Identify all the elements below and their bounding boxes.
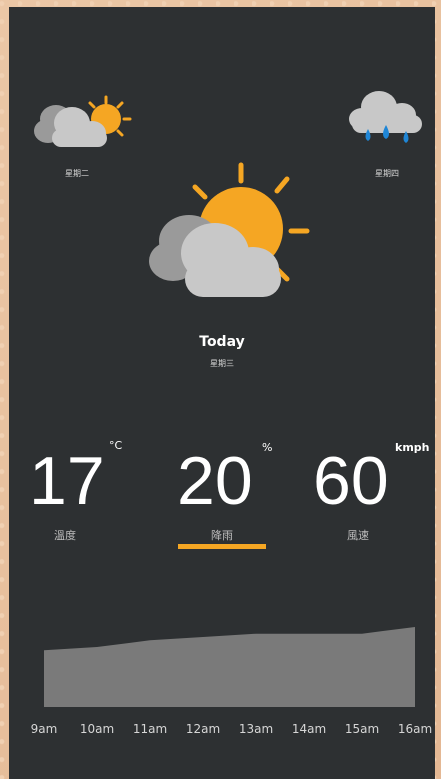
stat-rain[interactable]: 20 % 降雨 [177, 441, 287, 547]
time-label: 16am [397, 722, 433, 736]
forecast-day-left: 星期二 [65, 169, 89, 178]
today-weekday: 星期三 [210, 359, 234, 368]
partly-cloudy-icon[interactable] [34, 89, 134, 159]
wind-value: 60 [313, 443, 389, 519]
rain-label: 降雨 [211, 529, 233, 542]
time-label: 12am [185, 722, 221, 736]
temperature-value: 17 [29, 443, 105, 519]
rain-value: 20 [177, 443, 253, 519]
partly-cloudy-large-icon [149, 162, 310, 297]
rain-cloud-icon[interactable] [344, 85, 429, 160]
rain-unit: % [262, 441, 273, 454]
stat-temperature[interactable]: 17 °C 溫度 [29, 439, 139, 547]
time-label: 10am [79, 722, 115, 736]
temperature-unit: °C [109, 439, 123, 452]
time-axis: 9am 10am 11am 12am 13am 14am 15am 16am [9, 722, 435, 742]
chart-area-series [44, 627, 415, 707]
selected-stat-indicator [178, 544, 266, 549]
forecast-day-right: 星期四 [375, 169, 399, 178]
wind-unit: kmph [395, 441, 430, 454]
stat-wind[interactable]: 60 kmph 風速 [313, 441, 433, 547]
temperature-label: 溫度 [54, 529, 76, 542]
time-label: 13am [238, 722, 274, 736]
today-title: Today [199, 334, 245, 350]
time-label: 15am [344, 722, 380, 736]
time-label: 14am [291, 722, 327, 736]
wind-label: 風速 [347, 529, 369, 542]
time-label: 9am [30, 722, 58, 736]
hourly-area-chart [44, 627, 415, 707]
weather-app-screen: 星期二 星期四 Today 星期三 17 °C 溫度 20 % 降雨 60 km… [9, 7, 435, 779]
time-label: 11am [132, 722, 168, 736]
